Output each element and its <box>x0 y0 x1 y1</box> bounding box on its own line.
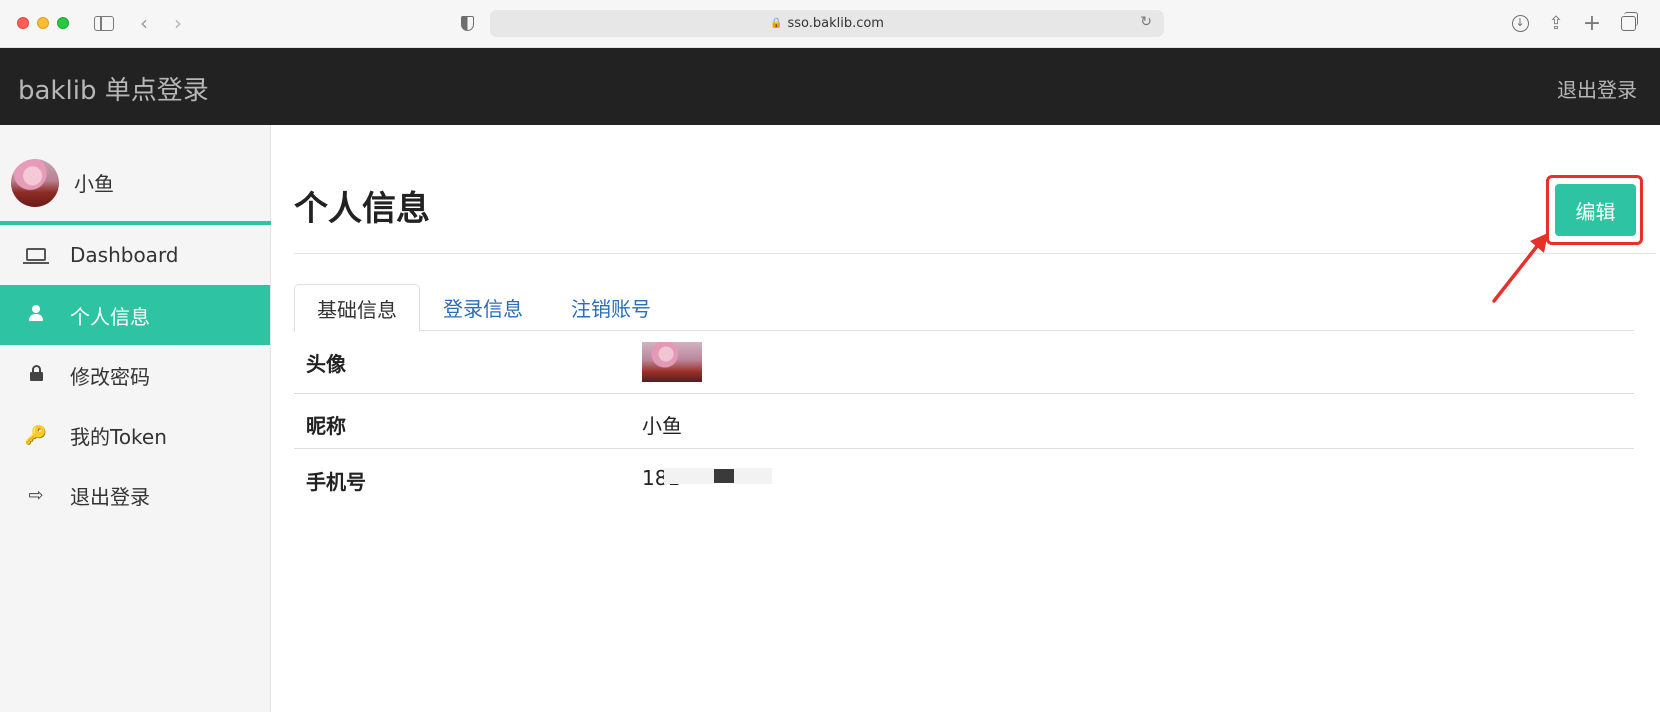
sidebar-toggle-icon[interactable] <box>92 12 116 34</box>
lock-icon: 🔒 <box>770 18 783 29</box>
user-name: 小鱼 <box>74 172 114 196</box>
brand-title[interactable]: baklib 单点登录 <box>18 70 209 107</box>
new-tab-icon[interactable]: + <box>1580 11 1604 36</box>
lock-icon <box>24 364 48 386</box>
tab-overview-icon[interactable] <box>1616 11 1640 34</box>
page-title: 个人信息 <box>294 189 430 229</box>
tab-bar: 基础信息 登录信息 注销账号 <box>294 284 1634 332</box>
back-icon[interactable]: ‹ <box>132 11 156 35</box>
avatar-thumbnail <box>642 342 702 382</box>
sidebar: 小鱼 Dashboard 个人信息 修改密码 🔑 我的Token ⇨ 退出登录 <box>0 125 271 712</box>
minimize-window-button[interactable] <box>37 17 49 29</box>
sidebar-item-label: 个人信息 <box>70 304 150 329</box>
privacy-shield-icon[interactable] <box>455 12 479 34</box>
sidebar-item-dashboard[interactable]: Dashboard <box>0 225 270 285</box>
tab-delete-account[interactable]: 注销账号 <box>549 284 673 331</box>
download-icon[interactable]: ↓ <box>1508 12 1532 34</box>
redaction-mask <box>714 469 734 483</box>
browser-toolbar: ‹ › 🔒 sso.baklib.com ↻ ↓ ⇪ + <box>0 0 1660 48</box>
logout-link[interactable]: 退出登录 <box>1557 74 1637 103</box>
table-row: 昵称 小鱼 <box>294 394 1634 449</box>
user-icon <box>24 304 48 326</box>
table-row: 头像 <box>294 331 1634 394</box>
avatar <box>11 159 59 207</box>
address-bar[interactable]: 🔒 sso.baklib.com ↻ <box>490 10 1164 37</box>
key-icon: 🔑 <box>24 424 48 446</box>
avatar-label: 头像 <box>306 352 346 376</box>
edit-button[interactable]: 编辑 <box>1555 184 1636 236</box>
top-navbar: baklib 单点登录 退出登录 <box>0 48 1660 125</box>
share-icon[interactable]: ⇪ <box>1544 12 1568 34</box>
info-table: 头像 昵称 小鱼 手机号 181 <box>294 331 1634 507</box>
sidebar-item-change-password[interactable]: 修改密码 <box>0 345 270 405</box>
nickname-label: 昵称 <box>306 414 346 438</box>
sidebar-item-label: 我的Token <box>70 424 167 449</box>
sidebar-item-label: 修改密码 <box>70 364 150 389</box>
user-profile: 小鱼 <box>0 125 271 225</box>
sidebar-item-token[interactable]: 🔑 我的Token <box>0 405 270 465</box>
sidebar-item-label: 退出登录 <box>70 484 150 509</box>
tab-login-info[interactable]: 登录信息 <box>421 284 545 331</box>
reload-icon[interactable]: ↻ <box>1140 14 1152 30</box>
redaction-mask <box>664 468 714 484</box>
phone-label: 手机号 <box>306 470 366 494</box>
sign-out-icon: ⇨ <box>28 484 44 506</box>
sidebar-item-label: Dashboard <box>70 243 179 267</box>
zoom-window-button[interactable] <box>57 17 69 29</box>
redaction-mask <box>734 468 772 484</box>
tab-basic-info[interactable]: 基础信息 <box>294 284 420 332</box>
laptop-icon <box>23 245 49 266</box>
nickname-value: 小鱼 <box>642 414 682 438</box>
forward-icon[interactable]: › <box>166 11 190 35</box>
sidebar-item-logout[interactable]: ⇨ 退出登录 <box>0 465 270 525</box>
main-content: 个人信息 编辑 基础信息 登录信息 注销账号 头像 昵称 小鱼 手机号 181 <box>272 125 1660 712</box>
table-row: 手机号 181 <box>294 449 1634 507</box>
header-divider <box>294 253 1656 254</box>
url-text: sso.baklib.com <box>787 16 884 31</box>
close-window-button[interactable] <box>17 17 29 29</box>
sidebar-item-profile[interactable]: 个人信息 <box>0 285 270 345</box>
